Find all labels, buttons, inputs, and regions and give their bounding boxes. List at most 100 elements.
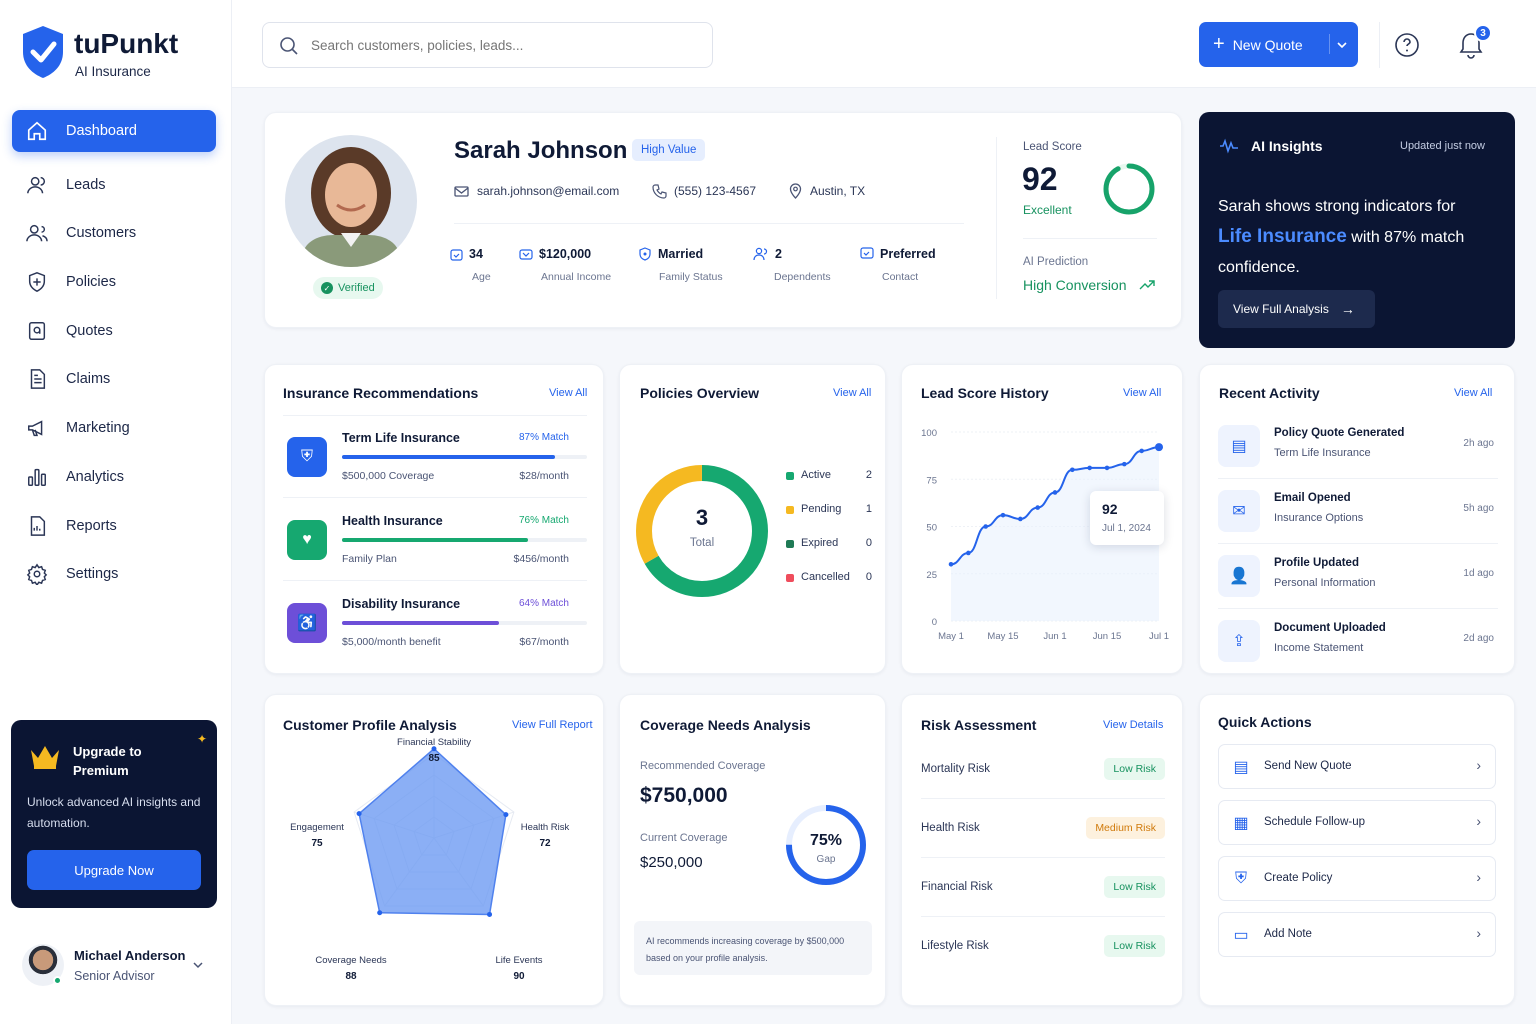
document-icon xyxy=(30,369,46,389)
quick-action-item[interactable]: ⛨ Create Policy › xyxy=(1218,856,1496,901)
user-name: Michael Anderson xyxy=(74,948,186,963)
risk-label: Financial Risk xyxy=(921,881,993,893)
new-quote-button[interactable]: + New Quote xyxy=(1199,22,1358,67)
sidebar-item-label: Reports xyxy=(66,518,117,534)
sidebar-item-dashboard[interactable]: Dashboard xyxy=(12,110,216,152)
data-point xyxy=(1087,465,1092,471)
activity-item[interactable]: 👤 Profile Updated Personal Information 1d a… xyxy=(1218,549,1498,609)
sidebar-item-claims[interactable]: Claims xyxy=(12,358,216,400)
plus-icon: + xyxy=(1213,33,1225,55)
recommendation-icon: ♿ xyxy=(287,603,327,643)
help-icon[interactable] xyxy=(1394,32,1420,58)
sidebar-item-quotes[interactable]: Quotes xyxy=(12,310,216,352)
gear-icon xyxy=(26,563,48,585)
legend-count: 1 xyxy=(865,503,872,515)
sidebar-item-marketing[interactable]: Marketing xyxy=(12,407,216,449)
legend-swatch xyxy=(786,506,794,514)
mail-icon: ✉ xyxy=(1218,490,1260,532)
view-all-link[interactable]: View All xyxy=(833,387,871,399)
verified-badge: ✓ Verified xyxy=(313,277,383,299)
view-all-link[interactable]: View All xyxy=(1454,387,1492,399)
chevron-right-icon: › xyxy=(1476,869,1481,885)
sidebar-item-reports[interactable]: Reports xyxy=(12,505,216,547)
recommendation-item[interactable]: ♿ Disability Insurance 64% Match $5,000/mon… xyxy=(283,591,587,671)
gap-label: Gap xyxy=(816,854,836,865)
rec-coverage-value: $750,000 xyxy=(640,784,728,807)
phone-icon xyxy=(652,184,667,199)
recommendation-item[interactable]: ♥ Health Insurance 76% Match Family Plan $45… xyxy=(283,508,587,588)
risk-badge: Low Risk xyxy=(1104,876,1165,898)
view-details-link[interactable]: View Details xyxy=(1103,719,1163,731)
sidebar-item-label: Marketing xyxy=(66,420,130,436)
upgrade-button[interactable]: Upgrade Now xyxy=(27,850,201,890)
ai-insights-card: AI Insights Updated just now Sarah shows… xyxy=(1199,112,1515,348)
sidebar-item-leads[interactable]: Leads xyxy=(12,164,216,206)
brand-name: tuPunkt xyxy=(74,28,179,59)
upgrade-title: Upgrade to Premium xyxy=(73,744,142,778)
activity-item[interactable]: ⇪ Document Uploaded Income Statement 2d ago xyxy=(1218,614,1498,674)
risk-row: Health Risk Medium Risk xyxy=(921,812,1165,858)
radar-axis-label: Life Events xyxy=(496,955,543,966)
heart-shield-icon xyxy=(639,247,651,261)
x-tick-label: Jul 1 xyxy=(1149,631,1169,642)
risk-row: Mortality Risk Low Risk xyxy=(921,753,1165,799)
legend-swatch xyxy=(786,574,794,582)
risk-label: Mortality Risk xyxy=(921,763,991,775)
location-icon xyxy=(789,183,802,199)
view-all-link[interactable]: View All xyxy=(549,387,587,399)
data-point xyxy=(948,562,954,567)
chevron-down-icon[interactable] xyxy=(191,958,205,972)
view-all-link[interactable]: View All xyxy=(1123,387,1161,399)
sidebar-item-analytics[interactable]: Analytics xyxy=(12,456,216,498)
quick-action-item[interactable]: ▭ Add Note › xyxy=(1218,912,1496,957)
report-icon xyxy=(30,516,46,536)
sidebar-item-settings[interactable]: Settings xyxy=(12,553,216,595)
customer-email[interactable]: sarah.johnson@email.com xyxy=(477,184,619,198)
quick-action-item[interactable]: ▦ Schedule Follow-up › xyxy=(1218,800,1496,845)
radar-axis-value: 72 xyxy=(539,838,551,849)
recommendation-name: Disability Insurance xyxy=(342,597,461,611)
sparkle-icon: ✦ xyxy=(197,732,208,746)
card-title: Insurance Recommendations xyxy=(283,385,479,401)
risk-badge: Medium Risk xyxy=(1086,817,1165,839)
mail-icon xyxy=(454,186,469,197)
activity-sub: Term Life Insurance xyxy=(1274,447,1371,459)
radar-axis-value: 90 xyxy=(513,971,525,982)
recommendation-item[interactable]: ⛨ Term Life Insurance 87% Match $500,000 Co… xyxy=(283,425,587,505)
chart-tooltip: 92 Jul 1, 2024 xyxy=(1090,491,1164,545)
risk-label: Lifestyle Risk xyxy=(921,940,989,952)
wallet-icon xyxy=(519,248,533,260)
crown-icon xyxy=(31,746,59,769)
risk-label: Health Risk xyxy=(921,822,980,834)
view-full-report-link[interactable]: View Full Report xyxy=(512,719,593,731)
activity-title: Policy Quote Generated xyxy=(1274,427,1405,439)
sidebar-item-policies[interactable]: Policies xyxy=(12,261,216,303)
stat-label: Contact xyxy=(882,271,919,283)
search-box[interactable] xyxy=(262,22,713,68)
risk-badge: Low Risk xyxy=(1104,935,1165,957)
view-analysis-button[interactable]: View Full Analysis → xyxy=(1218,290,1375,328)
card-title: Recent Activity xyxy=(1219,385,1320,401)
search-input[interactable] xyxy=(311,33,691,57)
insights-highlight: Life Insurance xyxy=(1218,226,1347,247)
stat-label: Age xyxy=(472,271,491,283)
sidebar-item-customers[interactable]: Customers xyxy=(12,212,216,254)
recommendations-card: Insurance Recommendations View All ⛨ Term… xyxy=(264,364,604,674)
recommendation-icon: ♥ xyxy=(287,520,327,560)
quick-action-item[interactable]: ▤ Send New Quote › xyxy=(1218,744,1496,789)
stat-value: $120,000 xyxy=(539,247,592,261)
activity-item[interactable]: ▤ Policy Quote Generated Term Life Insuran… xyxy=(1218,419,1498,479)
data-point xyxy=(1070,467,1075,473)
data-point xyxy=(966,550,971,556)
waveform-icon xyxy=(1220,138,1238,154)
data-point xyxy=(1035,505,1040,510)
legend-item: Expired 0 xyxy=(786,537,872,553)
insights-updated: Updated just now xyxy=(1400,140,1485,152)
y-tick-label: 0 xyxy=(932,617,937,628)
activity-item[interactable]: ✉ Email Opened Insurance Options 5h ago xyxy=(1218,484,1498,544)
sidebar-item-label: Customers xyxy=(66,225,137,241)
data-point xyxy=(1018,516,1023,522)
stat-label: Annual Income xyxy=(541,271,612,283)
recommendation-match: 64% Match xyxy=(518,598,569,609)
stat-family: Married Family Status xyxy=(638,247,738,283)
